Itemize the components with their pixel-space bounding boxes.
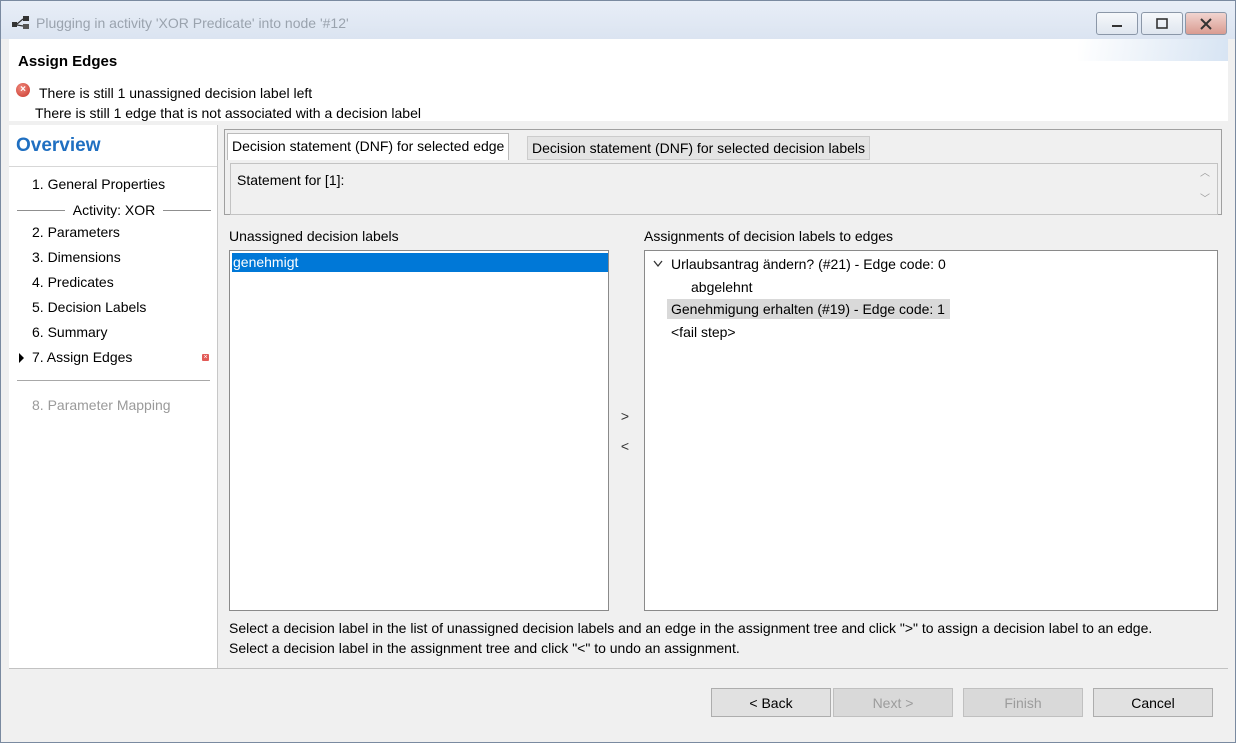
- maximize-icon: [1156, 17, 1168, 29]
- assign-button[interactable]: >: [614, 404, 636, 428]
- wizard-window: Plugging in activity 'XOR Predicate' int…: [0, 0, 1236, 743]
- statement-tabs: Decision statement (DNF) for selected ed…: [224, 129, 1222, 215]
- next-button[interactable]: Next >: [833, 688, 953, 717]
- nav-item-assign-edges[interactable]: 7. Assign Edges: [32, 349, 132, 365]
- assignment-tree[interactable]: Urlaubsantrag ändern? (#21) - Edge code:…: [644, 250, 1218, 611]
- close-button[interactable]: [1185, 12, 1227, 35]
- statement-text: Statement for [1]:: [237, 172, 345, 188]
- minimize-button[interactable]: [1096, 12, 1138, 35]
- unassign-button[interactable]: <: [614, 434, 636, 458]
- error-message: There is still 1 edge that is not associ…: [35, 105, 421, 121]
- assignments-heading: Assignments of decision labels to edges: [644, 228, 894, 244]
- hint-text: Select a decision label in the list of u…: [229, 620, 1153, 636]
- app-icon: [12, 16, 29, 29]
- minimize-icon: [1112, 24, 1122, 27]
- back-button[interactable]: < Back: [711, 688, 831, 717]
- nav-item-parameter-mapping: 8. Parameter Mapping: [32, 397, 171, 413]
- nav-item-dimensions[interactable]: 3. Dimensions: [32, 249, 121, 265]
- scroll-up-icon[interactable]: ︿: [1200, 169, 1210, 179]
- chevron-down-icon[interactable]: [653, 260, 663, 268]
- tree-node-fail-step[interactable]: <fail step>: [671, 322, 736, 342]
- tab-selected-edge[interactable]: Decision statement (DNF) for selected ed…: [227, 133, 510, 160]
- tab-selected-labels[interactable]: Decision statement (DNF) for selected de…: [527, 136, 871, 160]
- nav-title: Overview: [16, 135, 101, 156]
- tree-node-edge[interactable]: Urlaubsantrag ändern? (#21) - Edge code:…: [671, 254, 946, 274]
- overview-nav: Overview 1. General Properties Activity:…: [9, 125, 218, 668]
- list-item[interactable]: genehmigt: [232, 253, 608, 272]
- unassigned-heading: Unassigned decision labels: [229, 228, 399, 244]
- nav-group-activity: Activity: XOR: [17, 201, 211, 219]
- scroll-down-icon[interactable]: ﹀: [1200, 195, 1210, 205]
- divider: [9, 166, 217, 167]
- nav-item-parameters[interactable]: 2. Parameters: [32, 224, 120, 240]
- maximize-button[interactable]: [1141, 12, 1183, 35]
- nav-item-general-properties[interactable]: 1. General Properties: [32, 176, 165, 192]
- error-message: There is still 1 unassigned decision lab…: [39, 85, 313, 101]
- title-bar: Plugging in activity 'XOR Predicate' int…: [1, 1, 1235, 39]
- hint-text: Select a decision label in the assignmen…: [229, 640, 740, 656]
- tree-node-edge[interactable]: Genehmigung erhalten (#19) - Edge code: …: [667, 299, 950, 319]
- finish-button[interactable]: Finish: [963, 688, 1083, 717]
- unassigned-list[interactable]: genehmigt: [229, 250, 609, 611]
- statement-textarea[interactable]: Statement for [1]: ︿ ﹀: [230, 163, 1218, 215]
- nav-item-summary[interactable]: 6. Summary: [32, 324, 107, 340]
- page-title: Assign Edges: [18, 53, 118, 70]
- current-step-arrow-icon: [19, 353, 24, 363]
- step-error-icon: ×: [202, 354, 209, 361]
- header-decoration: [1078, 39, 1228, 61]
- nav-item-decision-labels[interactable]: 5. Decision Labels: [32, 299, 146, 315]
- close-icon: [1200, 17, 1212, 30]
- nav-group-label: Activity: XOR: [72, 202, 156, 218]
- wizard-header: Assign Edges × There is still 1 unassign…: [9, 39, 1228, 121]
- error-icon: ×: [16, 83, 30, 97]
- nav-item-predicates[interactable]: 4. Predicates: [32, 274, 114, 290]
- footer-divider: [9, 668, 1228, 669]
- divider: [17, 380, 210, 381]
- main-content: Decision statement (DNF) for selected ed…: [218, 125, 1228, 668]
- tree-node-label[interactable]: abgelehnt: [691, 277, 753, 297]
- window-title: Plugging in activity 'XOR Predicate' int…: [36, 15, 349, 31]
- cancel-button[interactable]: Cancel: [1093, 688, 1213, 717]
